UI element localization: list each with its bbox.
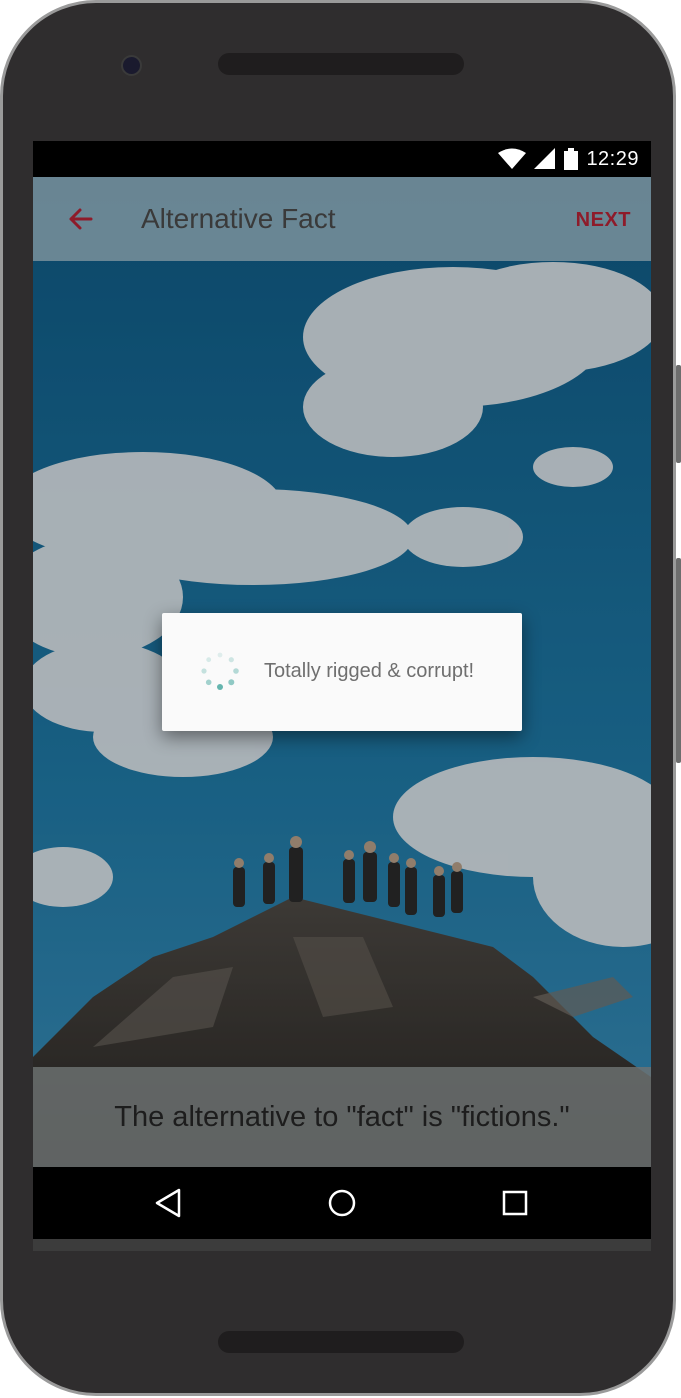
- back-triangle-icon[interactable]: [151, 1185, 187, 1221]
- next-button[interactable]: NEXT: [576, 209, 631, 232]
- app-bar: Alternative Fact NEXT: [33, 177, 651, 261]
- bottom-speaker: [218, 1331, 464, 1353]
- arrow-left-icon[interactable]: [61, 199, 101, 239]
- top-speaker: [218, 53, 464, 75]
- signal-icon: [534, 148, 556, 169]
- screen-bottom-bezel: [33, 1239, 651, 1251]
- status-time: 12:29: [586, 147, 639, 170]
- phone-frame: 12:29 Alternative Fact NEXT The alternat…: [0, 0, 681, 1396]
- fact-caption: The alternative to "fact" is "fictions.": [33, 1067, 651, 1167]
- navigation-bar: [33, 1167, 651, 1239]
- fact-content: Alternative Fact NEXT The alternative to…: [33, 177, 651, 1167]
- caption-text: The alternative to "fact" is "fictions.": [114, 1100, 570, 1133]
- front-camera: [121, 55, 142, 76]
- volume-button: [676, 558, 681, 763]
- loading-spinner-icon: [201, 652, 239, 690]
- dialog-message: Totally rigged & corrupt!: [264, 660, 475, 682]
- home-circle-icon[interactable]: [324, 1185, 360, 1221]
- recents-square-icon[interactable]: [497, 1185, 533, 1221]
- phone-screen: 12:29 Alternative Fact NEXT The alternat…: [33, 141, 651, 1251]
- status-bar: 12:29: [33, 141, 651, 177]
- progress-dialog: Totally rigged & corrupt!: [162, 613, 522, 731]
- battery-icon: [564, 148, 579, 170]
- wifi-icon: [498, 148, 527, 169]
- power-button: [676, 365, 681, 463]
- page-title: Alternative Fact: [141, 203, 336, 234]
